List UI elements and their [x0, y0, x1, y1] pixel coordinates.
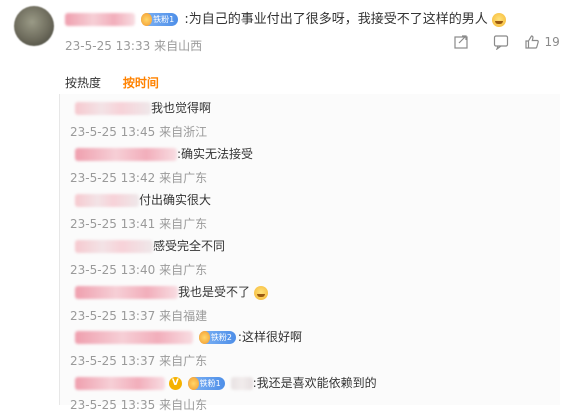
reply-time: 23-5-25 13:41 — [70, 217, 156, 231]
reply-username[interactable] — [75, 286, 178, 299]
tab-by-popularity[interactable]: 按热度 — [65, 76, 101, 90]
reply-item: V 铁粉1 :我还是喜欢能依赖到的 — [75, 375, 377, 391]
reply-meta: 23-5-25 13:40 来自广东 — [70, 261, 207, 278]
comment-row: 铁粉1 :为自己的事业付出了很多呀，我接受不了这样的男人 — [65, 12, 506, 28]
fan-badge: 铁粉1 — [187, 377, 225, 390]
reply-text: 我也是受不了 — [178, 285, 251, 299]
fan-badge: 铁粉1 — [141, 13, 179, 26]
reply-meta: 23-5-25 13:37 来自福建 — [70, 307, 207, 324]
fan-badge-label: 铁粉1 — [199, 379, 221, 388]
reply-username[interactable] — [75, 194, 139, 207]
reply-location: 来自广东 — [159, 354, 208, 368]
comment-icon[interactable] — [493, 34, 509, 54]
thumbs-up-icon — [524, 34, 544, 50]
like-count: 19 — [544, 35, 560, 49]
reply-item: 付出确实很大 — [75, 192, 211, 208]
verified-v-icon: V — [168, 377, 182, 390]
comment-meta: 23-5-25 13:33 来自山西 — [65, 37, 202, 54]
reply-meta: 23-5-25 13:42 来自广东 — [70, 169, 207, 186]
like-button[interactable]: 19 — [524, 34, 560, 50]
reply-text: 感受完全不同 — [153, 239, 226, 253]
tab-by-time[interactable]: 按时间 — [123, 76, 159, 90]
reply-time: 23-5-25 13:35 — [70, 398, 156, 412]
reply-time: 23-5-25 13:37 — [70, 309, 156, 323]
comment-time: 23-5-25 13:33 — [65, 39, 151, 53]
reply-time: 23-5-25 13:42 — [70, 171, 156, 185]
reply-item: :确实无法接受 — [75, 146, 253, 162]
sort-tabs: 按热度 按时间 — [65, 74, 177, 91]
reply-text: :这样很好啊 — [237, 330, 302, 344]
reply-text: 我也觉得啊 — [151, 101, 212, 115]
username[interactable] — [65, 13, 135, 26]
reply-location: 来自广东 — [159, 263, 208, 277]
reply-text: :我还是喜欢能依赖到的 — [252, 376, 377, 390]
reply-time: 23-5-25 13:40 — [70, 263, 156, 277]
reply-username[interactable] — [75, 102, 151, 115]
reply-username[interactable] — [75, 331, 193, 344]
reply-meta: 23-5-25 13:37 来自广东 — [70, 352, 207, 369]
reply-item: 我也觉得啊 — [75, 100, 211, 116]
laugh-cry-emoji-icon — [491, 12, 506, 27]
reply-location: 来自广东 — [159, 171, 208, 185]
reply-meta: 23-5-25 13:45 来自浙江 — [70, 123, 207, 140]
fan-badge: 铁粉2 — [198, 331, 236, 344]
fan-badge-label: 铁粉1 — [153, 15, 175, 24]
avatar[interactable] — [14, 6, 54, 46]
laugh-cry-emoji-icon — [253, 285, 268, 300]
reply-username[interactable] — [75, 377, 165, 390]
reply-item: 我也是受不了 — [75, 284, 268, 300]
reply-location: 来自广东 — [159, 217, 208, 231]
reply-meta: 23-5-25 13:41 来自广东 — [70, 215, 207, 232]
blurred-badge — [230, 377, 253, 390]
comment-text: :为自己的事业付出了很多呀，我接受不了这样的男人 — [184, 12, 488, 27]
reply-time: 23-5-25 13:45 — [70, 125, 156, 139]
share-icon[interactable] — [453, 34, 469, 54]
reply-item: 感受完全不同 — [75, 238, 225, 254]
reply-text: :确实无法接受 — [177, 147, 254, 161]
fan-badge-label: 铁粉2 — [210, 333, 232, 342]
reply-username[interactable] — [75, 240, 153, 253]
reply-item: 铁粉2 :这样很好啊 — [75, 329, 302, 345]
reply-list: 我也觉得啊 23-5-25 13:45 来自浙江 :确实无法接受 23-5-25… — [59, 94, 560, 412]
reply-location: 来自福建 — [159, 309, 208, 323]
reply-time: 23-5-25 13:37 — [70, 354, 156, 368]
reply-username[interactable] — [75, 148, 177, 161]
comment-location: 来自山西 — [154, 39, 203, 53]
reply-location: 来自浙江 — [159, 125, 208, 139]
reply-location: 来自山东 — [159, 398, 208, 412]
reply-text: 付出确实很大 — [139, 193, 212, 207]
